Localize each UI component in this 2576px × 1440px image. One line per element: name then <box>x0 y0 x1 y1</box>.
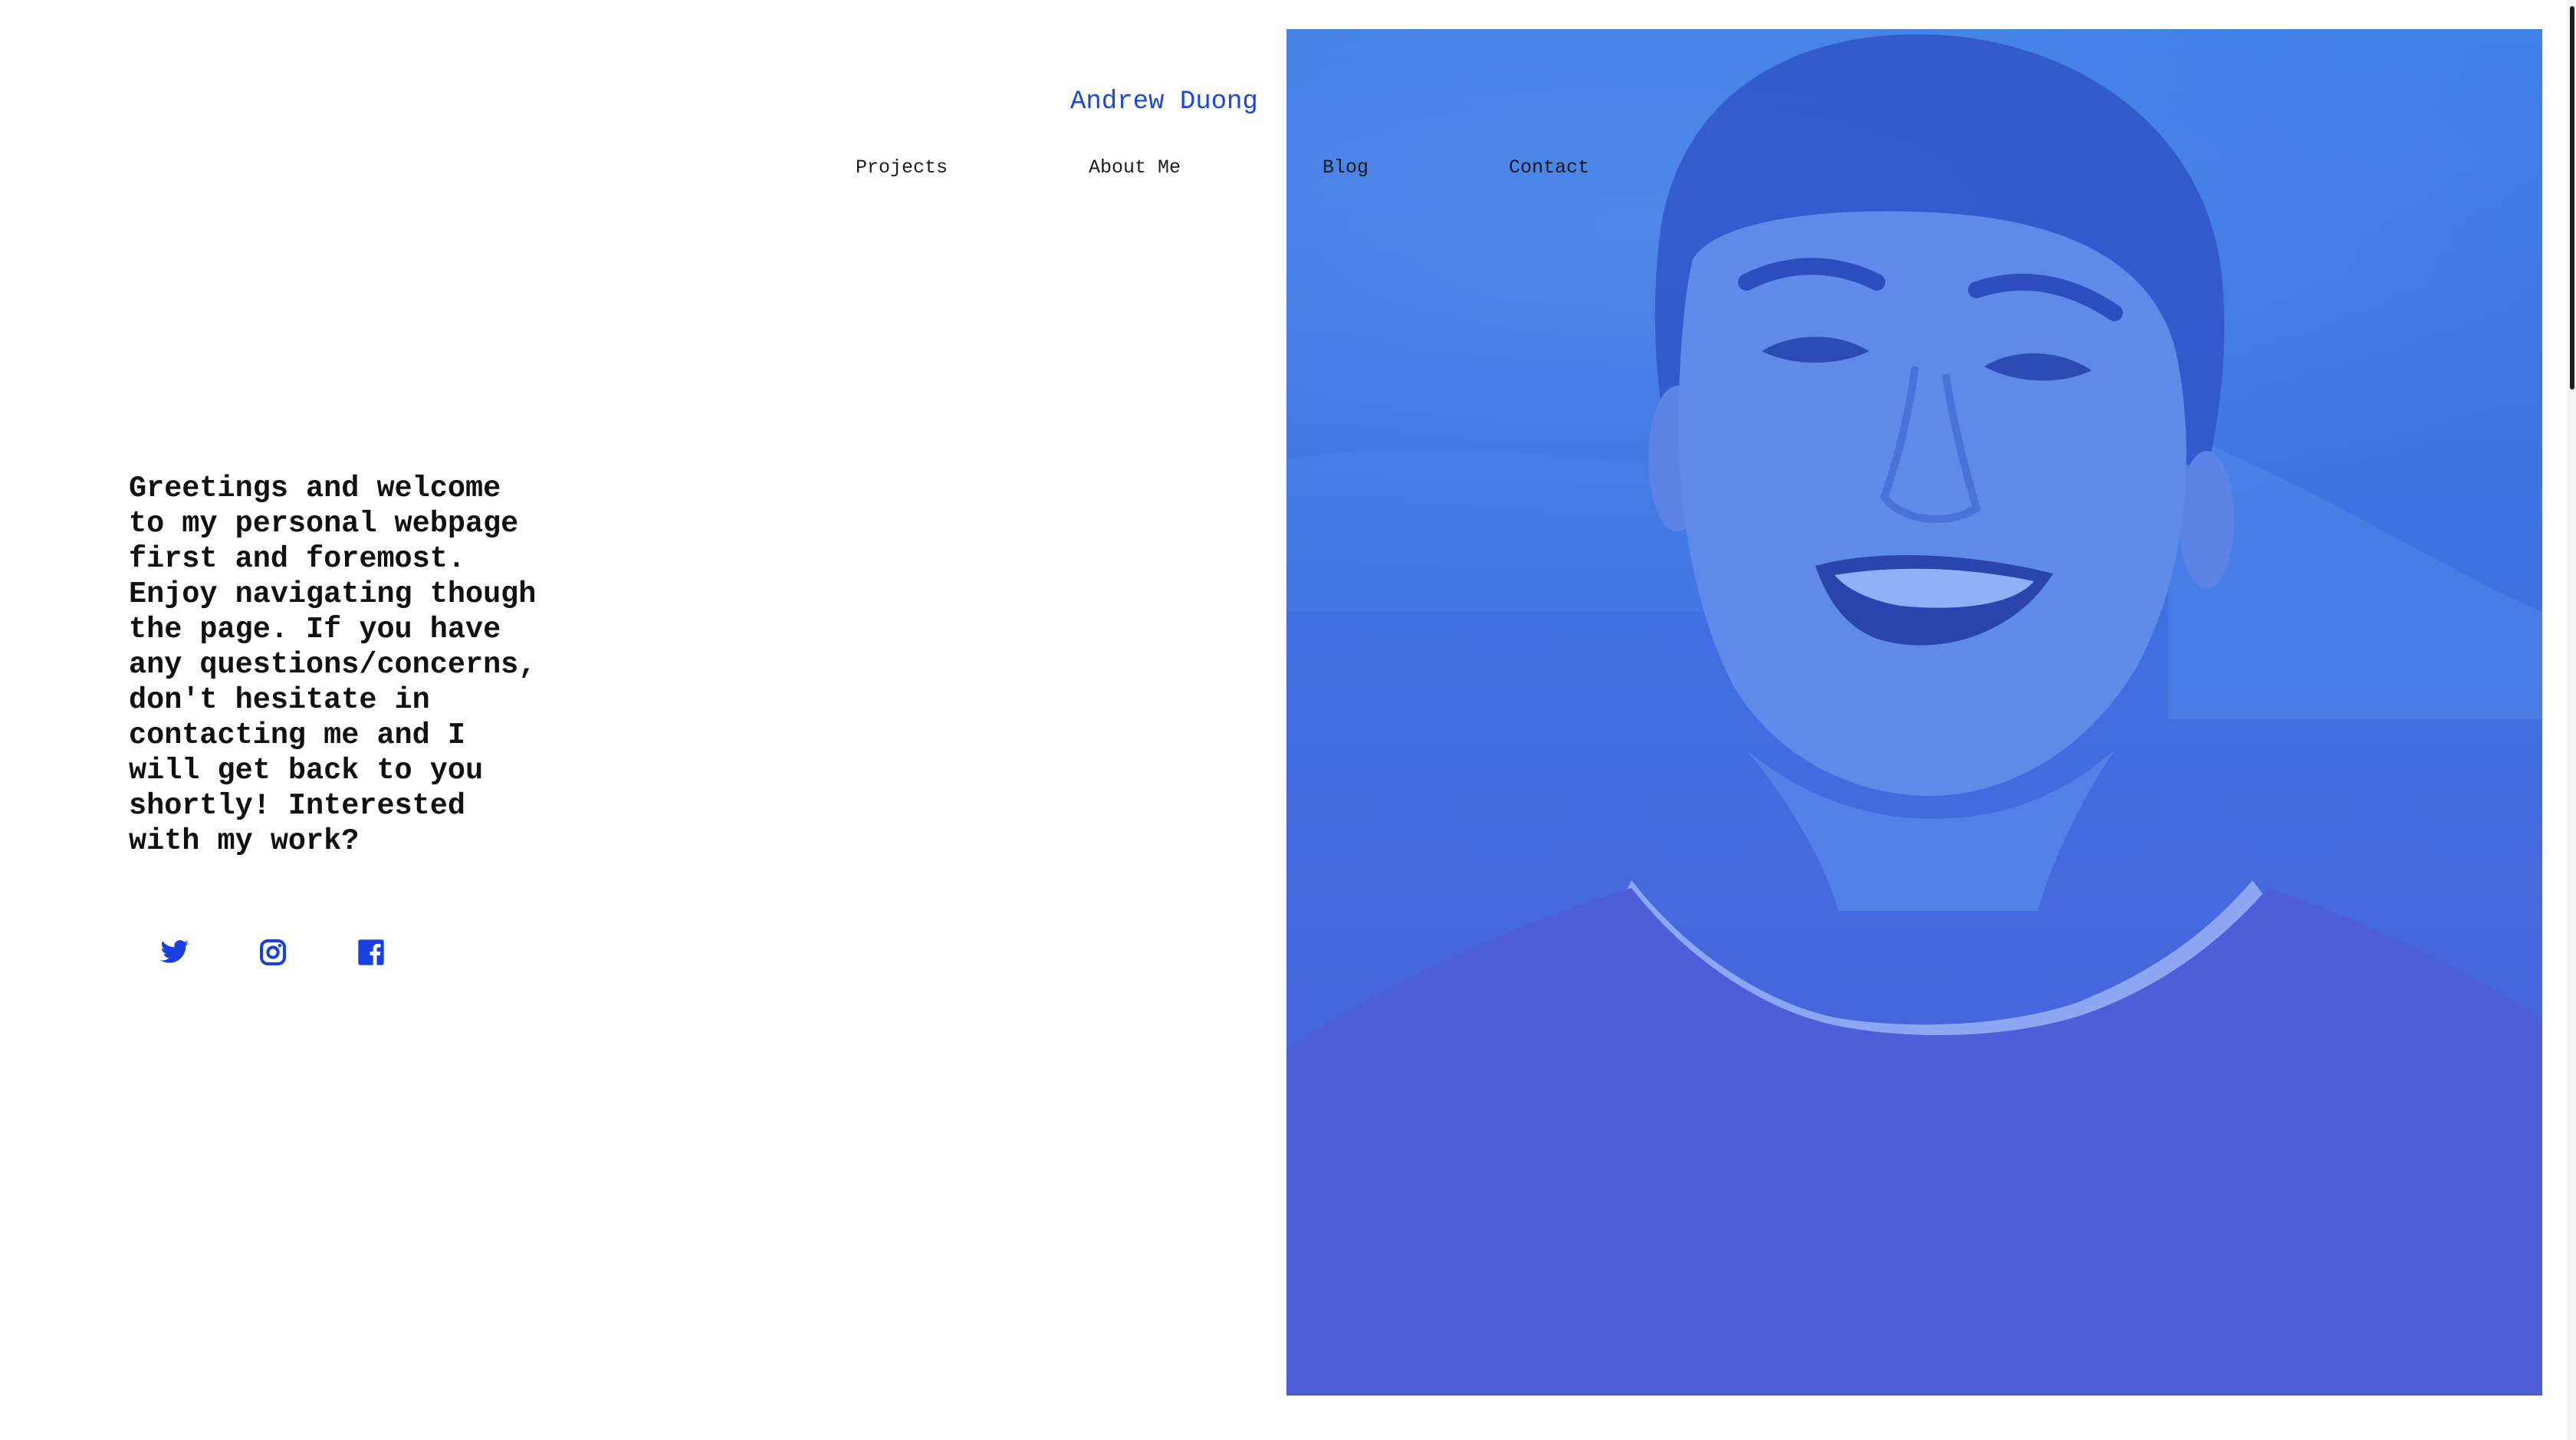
nav-link-contact[interactable]: Contact <box>1509 156 1589 179</box>
nav-link-about-me[interactable]: About Me <box>1089 156 1181 179</box>
site-brand-link[interactable]: Andrew Duong <box>1070 87 1258 117</box>
nav-link-blog[interactable]: Blog <box>1322 156 1368 179</box>
portrait-illustration <box>1286 34 2542 1396</box>
page: Andrew Duong Projects About Me Blog Cont… <box>0 0 2576 1440</box>
facebook-link[interactable] <box>356 937 386 968</box>
instagram-link[interactable] <box>258 937 288 968</box>
page-scrollbar[interactable] <box>2567 0 2576 1440</box>
twitter-icon <box>160 940 189 963</box>
hero-portrait-image <box>1286 29 2542 1396</box>
intro-paragraph: Greetings and welcome to my personal web… <box>129 472 537 858</box>
twitter-link[interactable] <box>159 937 190 968</box>
scrollbar-thumb[interactable] <box>2570 6 2574 390</box>
instagram-icon <box>260 939 286 965</box>
nav-link-projects[interactable]: Projects <box>856 156 948 179</box>
facebook-icon <box>358 939 384 965</box>
